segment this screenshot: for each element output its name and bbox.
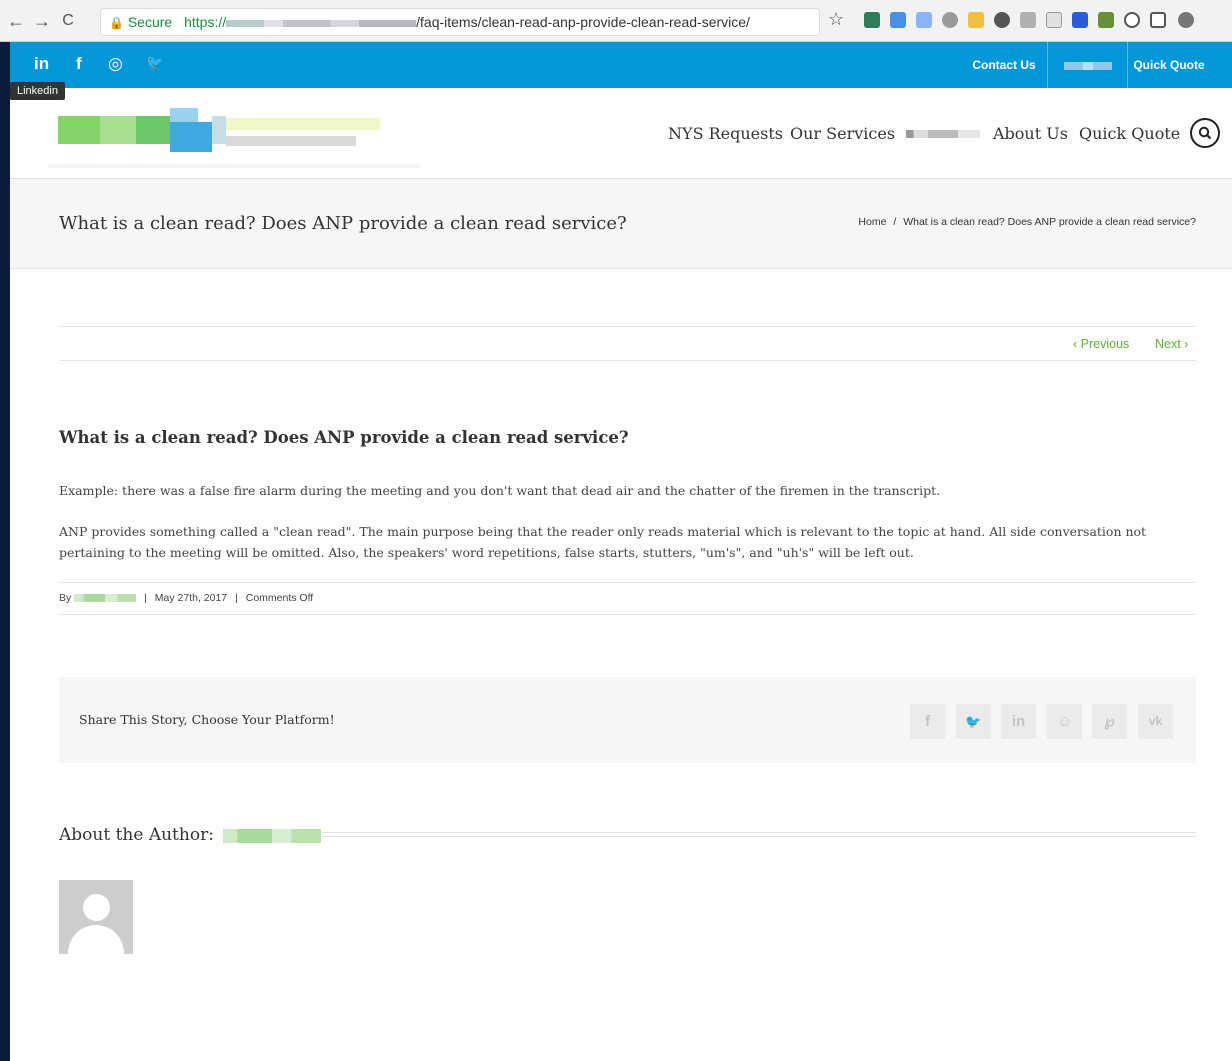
pager-bottom-divider [59,360,1196,361]
extension-pin-icon[interactable] [1178,12,1194,28]
nav-our-services[interactable]: Our Services [790,124,895,143]
post-title: What is a clean read? Does ANP provide a… [59,428,629,447]
extension-code-icon[interactable] [916,12,932,28]
breadcrumb: Home / What is a clean read? Does ANP pr… [858,216,1196,228]
meta-separator: | [235,592,238,604]
linkedin-icon[interactable]: in [34,54,49,74]
post-paragraph: ANP provides something called a "clean r… [59,524,1147,560]
post-paragraph: Example: there was a false fire alarm du… [59,483,941,498]
share-box: Share This Story, Choose Your Platform! … [59,677,1196,763]
quick-quote-link[interactable]: Quick Quote [1127,42,1210,88]
secure-label: Secure [127,14,173,30]
web-page: in f ◎ 🐦 Contact Us Quick Quote Linkedin… [10,42,1232,1061]
author-name-redacted[interactable] [223,828,322,843]
about-author-label: About the Author: [59,825,214,845]
author-link-redacted[interactable] [74,594,137,603]
meta-separator: | [144,592,147,604]
pager-top-divider [59,326,1196,327]
extension-icon[interactable] [1046,12,1062,28]
breadcrumb-home[interactable]: Home [858,216,886,228]
extension-icon[interactable] [1020,12,1036,28]
browser-toolbar: ← → C 🔒 Secure https:// /faq-items/clean-… [0,0,1232,42]
extension-gear-icon[interactable] [942,12,958,28]
search-icon[interactable] [1190,118,1220,148]
back-icon[interactable]: ← [6,9,26,33]
extension-key-icon[interactable] [1098,12,1114,28]
twitter-icon[interactable]: 🐦 [146,54,163,71]
url-path: /faq-items/clean-read-anp-provide-clean-… [416,14,750,30]
nav-quick-quote[interactable]: Quick Quote [1079,124,1180,143]
meta-top-divider [59,582,1196,583]
twitter-share-icon[interactable]: 🐦 [956,704,991,739]
extension-chart-icon[interactable] [968,12,984,28]
reload-icon[interactable]: C [58,9,78,33]
extension-icon[interactable] [890,12,906,28]
pinterest-share-icon[interactable]: ℘ [1092,704,1127,739]
redacted-link[interactable] [1047,42,1127,88]
url-protocol: https:// [184,14,227,30]
nav-redacted-item[interactable] [906,130,980,138]
reddit-share-icon[interactable]: ☺ [1047,704,1082,739]
facebook-icon[interactable]: f [76,54,82,74]
avatar [59,880,133,954]
extension-check-icon[interactable] [1150,12,1166,28]
meta-date: May 27th, 2017 [154,592,228,604]
extension-calendar-icon[interactable] [864,12,880,28]
nav-nys-requests[interactable]: NYS Requests [668,124,783,143]
meta-bottom-divider [59,614,1196,615]
redacted-domain [226,19,417,27]
instagram-icon[interactable]: ◎ [108,54,123,74]
share-heading: Share This Story, Choose Your Platform! [79,712,335,727]
lock-icon: 🔒 [109,16,124,30]
page-title: What is a clean read? Does ANP provide a… [59,213,627,234]
previous-link[interactable]: ‹ Previous [1073,337,1129,351]
linkedin-tooltip: Linkedin [10,82,65,100]
bookmark-star-icon[interactable]: ☆ [828,9,844,30]
extension-info-icon[interactable] [1124,12,1140,28]
author-divider [322,832,1196,837]
address-bar[interactable]: 🔒 Secure https:// /faq-items/clean-read-a… [100,8,820,36]
linkedin-share-icon[interactable]: in [1001,704,1036,739]
page-title-bar: What is a clean read? Does ANP provide a… [10,179,1232,269]
contact-us-link[interactable]: Contact Us [961,42,1047,88]
about-author-heading: About the Author: [59,825,322,845]
forward-icon[interactable]: → [32,9,52,33]
facebook-share-icon[interactable]: f [910,704,945,739]
next-link[interactable]: Next › [1155,337,1188,351]
top-bar: in f ◎ 🐦 Contact Us Quick Quote [10,42,1232,88]
meta-comments: Comments Off [245,592,314,604]
breadcrumb-current: What is a clean read? Does ANP provide a… [903,216,1196,228]
nav-about-us[interactable]: About Us [993,124,1068,143]
meta-by-label: By [59,592,72,604]
extension-icon[interactable] [1072,12,1088,28]
extension-wordpress-icon[interactable] [994,12,1010,28]
post-meta: By | May 27th, 2017 | Comments Off [59,592,313,604]
vk-share-icon[interactable]: vk [1138,704,1173,739]
desktop-edge [0,42,10,1061]
breadcrumb-separator: / [893,216,897,228]
site-logo[interactable] [38,102,420,174]
